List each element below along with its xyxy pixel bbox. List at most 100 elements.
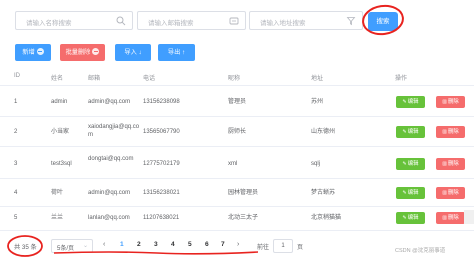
search-icon [116,16,126,26]
edit-icon: ✎ [402,215,407,221]
cell-name: 荷叶 [51,190,64,196]
cell-nickname: 厨师长 [228,129,247,135]
page-number[interactable]: 1 [120,241,124,248]
cell-email: lanlan@qq.com [88,215,130,221]
edit-button[interactable]: ✎编辑 [396,126,425,138]
cell-phone: 13565067790 [143,129,180,135]
col-nickname: 昵称 [228,76,241,82]
address-search-input[interactable]: 请输入地址搜索 [249,11,363,30]
edit-icon: ✎ [402,129,407,135]
cell-id: 3 [14,161,18,167]
cell-nickname: 北动三太子 [228,215,259,221]
edit-label: 编辑 [407,161,419,167]
email-search-input[interactable]: 请输入邮箱搜索 [137,11,246,30]
minus-circle-icon [92,48,100,55]
chevron-down-icon: ⌄ [82,243,88,249]
edit-button[interactable]: ✎编辑 [396,187,425,199]
delete-button[interactable]: ▥删除 [436,158,465,170]
col-name: 姓名 [51,76,64,82]
cell-phone: 12775702179 [143,161,180,167]
download-icon: ↓ [138,49,142,56]
upload-icon: ↑ [182,49,186,56]
page-size-select[interactable]: 5条/页 ⌄ [51,239,93,253]
edit-button[interactable]: ✎编辑 [396,96,425,108]
page-number[interactable]: 3 [154,241,158,248]
page-size-value: 5条/页 [57,246,75,252]
trash-icon: ▥ [442,190,447,196]
table-row: 2 小当家 xaiodangjia@qq.co m 13565067790 厨师… [0,117,474,147]
cell-email: admin@qq.com [88,99,131,105]
search-row: 请输入名称搜索 请输入邮箱搜索 请输入地址搜索 搜索 [0,11,474,33]
add-button[interactable]: 新增 [15,44,51,61]
table-row: 3 test3sql dongtai@qq.com 12775702179 xm… [0,147,474,179]
cell-id: 2 [14,129,18,135]
prev-page-button[interactable]: ‹ [103,241,105,248]
name-search-placeholder: 请输入名称搜索 [26,20,72,27]
page-number[interactable]: 7 [221,241,225,248]
delete-button[interactable]: ▥删除 [436,212,465,224]
edit-label: 编辑 [407,190,419,196]
export-button[interactable]: 导出 ↑ [158,44,195,61]
cell-name: 小当家 [51,129,70,135]
cell-phone: 11207638021 [143,215,180,221]
import-button[interactable]: 导入 ↓ [115,44,151,61]
import-label: 导入 [124,49,137,56]
watermark: CSDN @沈克丽事道 [395,248,446,254]
table-row: 1 admin admin@qq.com 13156238098 管理员 苏州 … [0,87,474,117]
delete-button[interactable]: ▥删除 [436,126,465,138]
cell-name: admin [51,99,68,105]
location-icon [346,17,356,26]
edit-icon: ✎ [402,161,407,167]
trash-icon: ▥ [442,99,447,105]
batch-delete-label: 批量删除 [65,49,91,56]
page-number[interactable]: 4 [171,241,175,248]
cell-email: xaiodangjia@qq.co m [88,124,140,138]
cell-address: 北京稍猫猫 [311,215,342,221]
edit-label: 编辑 [407,129,419,135]
table-row: 4 荷叶 admin@qq.com 13156238021 园林管理员 梦古蜥苏… [0,179,474,207]
next-page-button[interactable]: › [237,241,239,248]
table-row: 5 兰兰 lanlan@qq.com 11207638021 北动三太子 北京稍… [0,207,474,231]
message-icon [229,17,239,25]
total-count: 共 35 条 [14,244,37,251]
col-email: 邮箱 [88,76,101,82]
cell-nickname: 园林管理员 [228,190,259,196]
col-id: ID [14,73,20,79]
delete-label: 删除 [447,190,459,196]
trash-icon: ▥ [442,129,447,135]
cell-address: 梦古蜥苏 [311,190,336,196]
col-actions: 操作 [395,76,408,82]
edit-button[interactable]: ✎编辑 [396,158,425,170]
batch-delete-button[interactable]: 批量删除 [60,44,105,61]
add-button-label: 新增 [22,49,35,56]
edit-label: 编辑 [407,99,419,105]
goto-page-input[interactable]: 1 [273,239,293,253]
delete-button[interactable]: ▥删除 [436,187,465,199]
cell-nickname: xml [228,161,238,167]
delete-label: 删除 [447,161,459,167]
edit-button[interactable]: ✎编辑 [396,212,425,224]
cell-name: 兰兰 [51,215,64,221]
scrollbar[interactable] [464,210,474,224]
search-button[interactable]: 搜索 [368,12,398,31]
name-search-input[interactable]: 请输入名称搜索 [15,11,133,30]
delete-label: 删除 [447,99,459,105]
delete-label: 删除 [447,215,459,221]
cell-nickname: 管理员 [228,99,247,105]
edit-icon: ✎ [402,190,407,196]
page-number[interactable]: 2 [137,241,141,248]
table-header: ID 姓名 邮箱 电话 昵称 地址 操作 [0,68,474,86]
cell-id: 4 [14,190,18,196]
delete-button[interactable]: ▥删除 [436,96,465,108]
cell-email: dongtai@qq.com [88,156,134,162]
cell-address: 山东德州 [311,129,336,135]
plus-circle-icon [36,48,44,55]
trash-icon: ▥ [442,161,447,167]
page-number[interactable]: 5 [188,241,192,248]
page-number[interactable]: 6 [205,241,209,248]
cell-id: 1 [14,99,18,105]
edit-icon: ✎ [402,99,407,105]
cell-id: 5 [14,215,18,221]
col-phone: 电话 [143,76,156,82]
goto-label: 前往 [257,245,270,251]
